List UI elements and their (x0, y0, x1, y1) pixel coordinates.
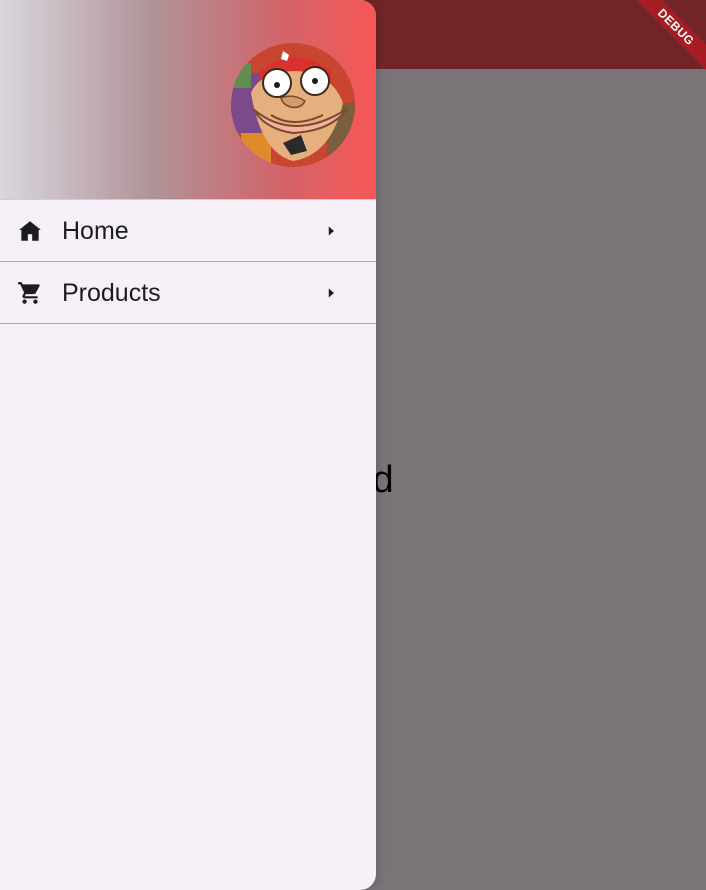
drawer-item-products-label: Products (62, 278, 161, 307)
navigation-drawer: Home Products (0, 0, 376, 890)
drawer-item-home-label: Home (62, 216, 129, 245)
arrow-right-icon (328, 226, 334, 235)
debug-banner-label: DEBUG (627, 0, 706, 76)
debug-banner: DEBUG (616, 0, 706, 90)
avatar[interactable] (231, 43, 355, 167)
drawer-item-products[interactable]: Products (0, 262, 376, 324)
shopping-cart-icon (18, 281, 40, 304)
home-icon (19, 220, 41, 241)
drawer-header (0, 0, 376, 200)
arrow-right-icon (328, 288, 334, 297)
avatar-cartoon-icon (231, 43, 355, 167)
app-screen: Walid DEBUG (0, 0, 706, 890)
drawer-item-home[interactable]: Home (0, 200, 376, 262)
